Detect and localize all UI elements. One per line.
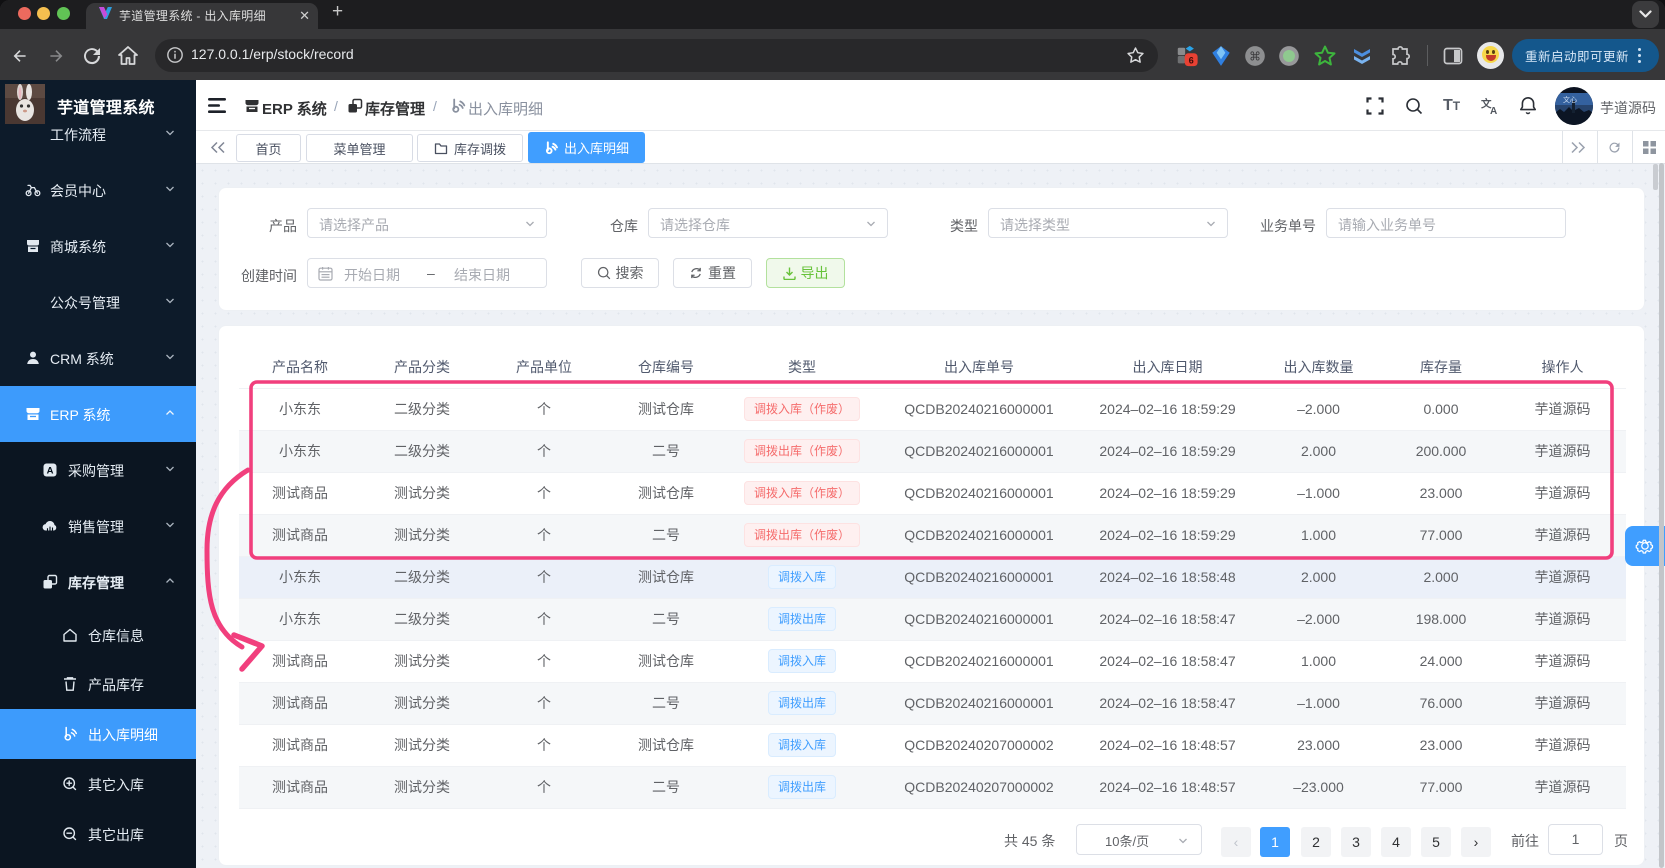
svg-text:A: A xyxy=(47,466,54,477)
svg-text:文心: 文心 xyxy=(1563,95,1577,104)
svg-text:⌘: ⌘ xyxy=(1249,49,1261,63)
svg-text:A: A xyxy=(1490,106,1497,115)
svg-text:6: 6 xyxy=(1189,55,1194,65)
